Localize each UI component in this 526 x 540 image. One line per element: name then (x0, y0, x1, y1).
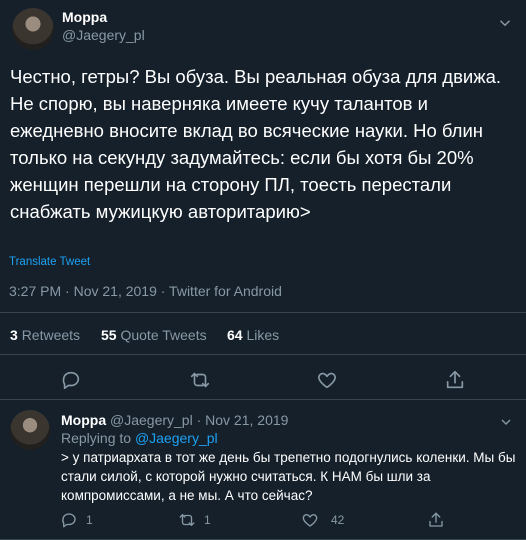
divider (0, 312, 526, 313)
likes-label: Likes (246, 327, 280, 343)
reply-header: Морра @Jaegery_pl · Nov 21, 2019 (61, 412, 288, 428)
retweets-label: Retweets (21, 327, 81, 343)
reply-action-like[interactable]: 42 (301, 511, 344, 529)
replying-to-label: Replying to (61, 430, 132, 446)
reply-action-retweet[interactable]: 1 (178, 511, 211, 529)
reply-date[interactable]: · Nov 21, 2019 (197, 412, 289, 428)
retweet-count: 1 (204, 513, 211, 527)
like-icon (301, 511, 319, 529)
translate-tweet-link[interactable]: Translate Tweet (9, 256, 90, 268)
reply-avatar[interactable] (10, 410, 50, 450)
share-icon[interactable] (444, 369, 466, 391)
reply-action-reply[interactable]: 1 (60, 511, 93, 529)
tweet-text: Честно, гетры? Вы обуза. Вы реальная обу… (10, 66, 502, 222)
retweets-count: 3 (10, 327, 18, 343)
author-name[interactable]: Морра (62, 9, 107, 25)
likes-count: 64 (227, 327, 243, 343)
retweet-icon (178, 511, 196, 529)
tweet-timestamp[interactable]: 3:27 PM · Nov 21, 2019 · Twitter for And… (9, 283, 282, 299)
more-icon[interactable] (496, 14, 514, 32)
reply-author-handle[interactable]: @Jaegery_pl (110, 412, 193, 428)
share-icon[interactable] (427, 511, 445, 529)
replying-to: Replying to @Jaegery_pl (61, 430, 218, 446)
divider (0, 354, 526, 355)
quote-count: 55 (101, 327, 117, 343)
author-handle[interactable]: @Jaegery_pl (62, 27, 145, 43)
reply-icon (60, 511, 78, 529)
like-icon[interactable] (316, 369, 338, 391)
divider (0, 399, 526, 400)
avatar[interactable] (12, 8, 54, 50)
retweet-icon[interactable] (189, 369, 211, 391)
reply-author-name[interactable]: Морра (61, 412, 106, 428)
reply-text: > у патриархата в тот же день бы трепетн… (61, 450, 516, 503)
quote-label: Quote Tweets (120, 327, 207, 343)
likes-stat[interactable]: 64 Likes (227, 327, 279, 343)
replying-to-handle[interactable]: @Jaegery_pl (135, 430, 218, 446)
reply-count: 1 (86, 513, 93, 527)
more-icon[interactable] (498, 414, 514, 430)
retweets-stat[interactable]: 3 Retweets (10, 327, 80, 343)
quote-tweets-stat[interactable]: 55 Quote Tweets (101, 327, 207, 343)
reply-icon[interactable] (60, 369, 82, 391)
like-count: 42 (331, 513, 345, 527)
